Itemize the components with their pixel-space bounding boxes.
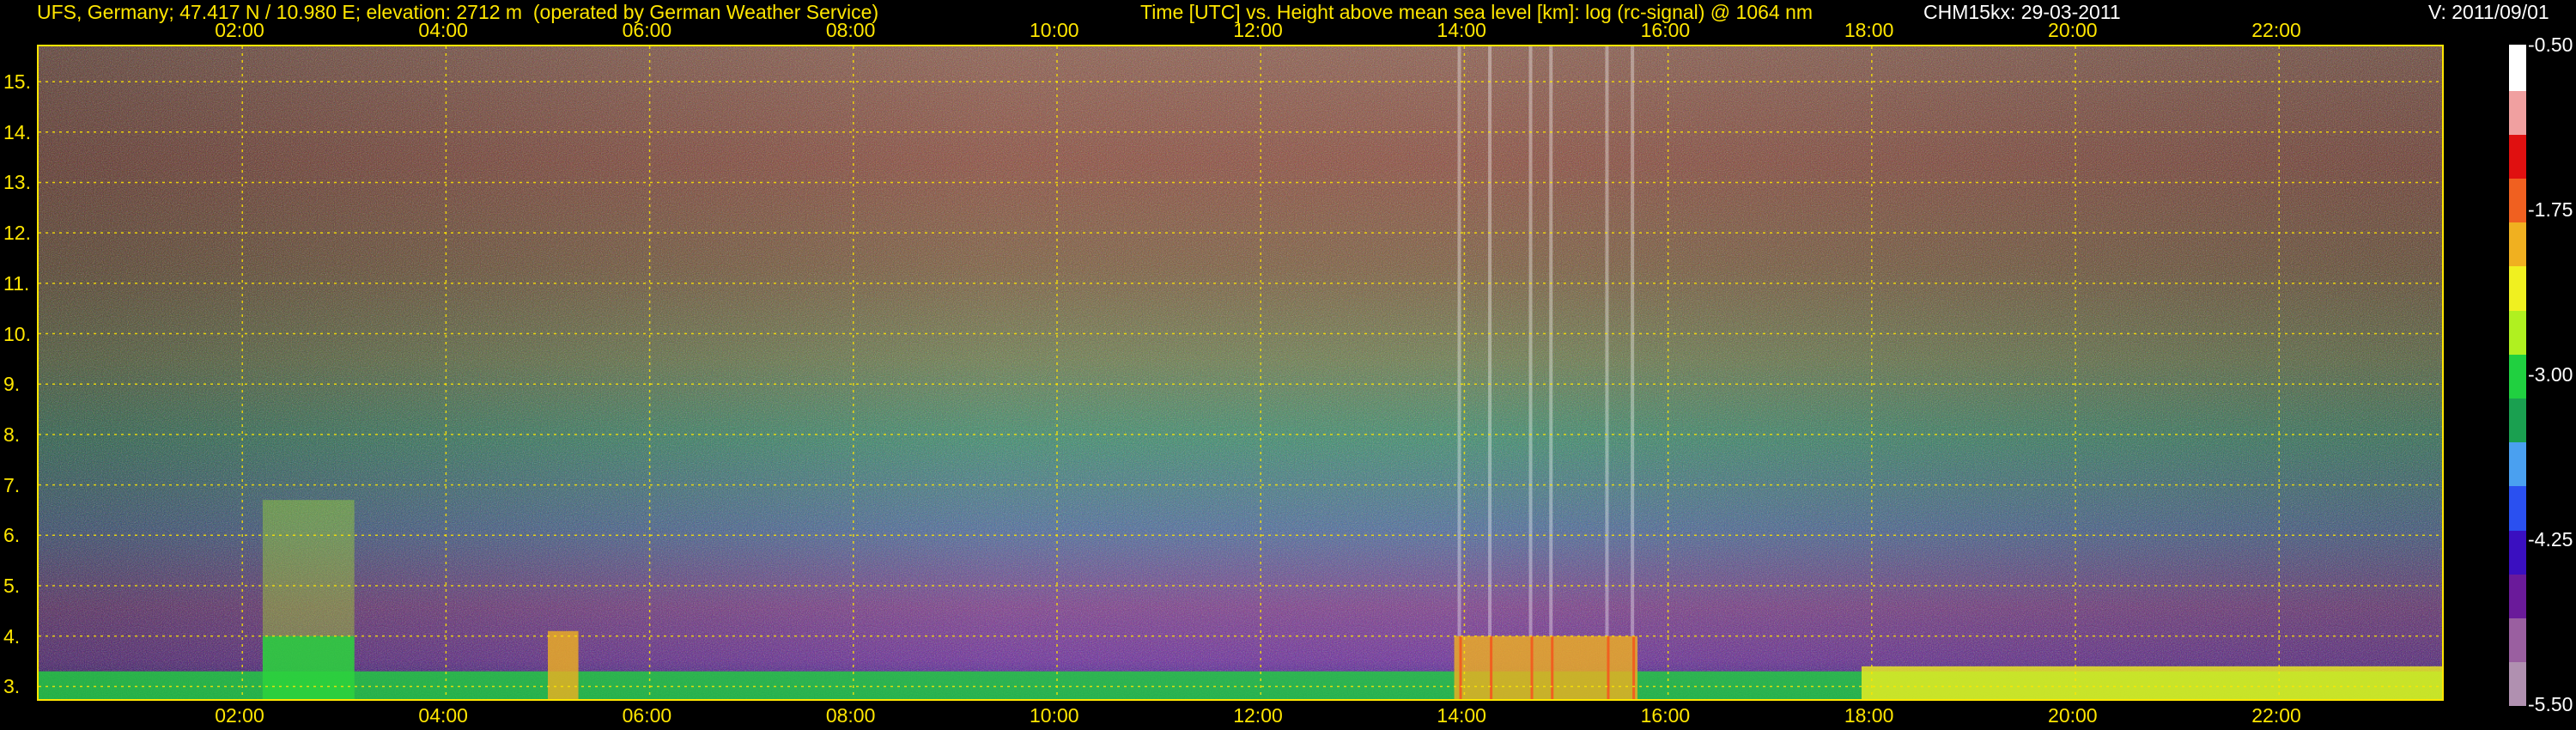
x-tick-label: 02:00 xyxy=(215,19,264,41)
x-tick-label: 10:00 xyxy=(1030,704,1079,727)
saturated-column xyxy=(1528,46,1533,636)
x-tick-label: 04:00 xyxy=(418,19,468,41)
feature-convective-spikes xyxy=(1454,636,1638,699)
x-tick-label: 06:00 xyxy=(622,704,672,727)
colorbar-swatch xyxy=(2509,352,2526,398)
x-tick-label: 22:00 xyxy=(2251,19,2301,41)
colorbar-swatch xyxy=(2509,132,2526,179)
x-tick-label: 08:00 xyxy=(825,19,876,41)
convective-spike xyxy=(1551,636,1554,699)
colorbar-swatch xyxy=(2509,528,2526,575)
y-tick-label: 4. xyxy=(3,624,21,648)
colorbar-swatch xyxy=(2509,484,2526,531)
feature-low-cloud xyxy=(548,630,579,699)
x-tick-label: 12:00 xyxy=(1233,704,1283,727)
x-tick-label: 06:00 xyxy=(622,19,672,41)
x-tick-label: 20:00 xyxy=(2048,19,2098,41)
colorbar-swatch xyxy=(2509,572,2526,618)
y-tick-label: 14. xyxy=(3,120,31,143)
y-tick-label: 8. xyxy=(3,423,21,446)
colorbar-tick-label: -1.75 xyxy=(2528,198,2573,221)
colorbar-swatch xyxy=(2509,616,2526,663)
x-tick-label: 18:00 xyxy=(1844,19,1894,41)
colorbar-swatch xyxy=(2509,660,2526,707)
x-tick-label: 22:00 xyxy=(2251,704,2301,727)
convective-spike xyxy=(1530,636,1534,699)
colorbar-swatch xyxy=(2509,220,2526,267)
colorbar-swatch xyxy=(2509,45,2526,91)
lidar-backscatter-plot xyxy=(37,45,2444,701)
colorbar-swatch xyxy=(2509,88,2526,135)
saturated-column xyxy=(1605,46,1609,636)
convective-spike xyxy=(1607,636,1610,699)
convective-spike xyxy=(1490,636,1493,699)
feature-dense-layer xyxy=(262,636,355,699)
colorbar-swatch xyxy=(2509,265,2526,311)
y-tick-label: 9. xyxy=(3,373,21,396)
x-tick-label: 12:00 xyxy=(1233,19,1283,41)
plot-canvas xyxy=(39,46,2442,699)
x-tick-label: 10:00 xyxy=(1030,19,1079,41)
y-tick-label: 13. xyxy=(3,171,31,194)
x-tick-label: 04:00 xyxy=(418,704,468,727)
colorbar xyxy=(2509,45,2526,707)
x-tick-label: 18:00 xyxy=(1844,704,1894,727)
x-tick-label: 02:00 xyxy=(215,704,264,727)
saturated-column xyxy=(1457,46,1461,636)
y-tick-label: 15. xyxy=(3,70,31,94)
x-tick-label: 16:00 xyxy=(1640,19,1691,41)
convective-spike xyxy=(1632,636,1636,699)
colorbar-tick-label: -4.25 xyxy=(2528,528,2573,551)
y-tick-label: 12. xyxy=(3,222,31,245)
saturated-column xyxy=(1488,46,1492,636)
y-tick-label: 3. xyxy=(3,675,21,698)
colorbar-tick-label: -3.00 xyxy=(2528,363,2573,386)
y-tick-label: 6. xyxy=(3,524,21,547)
x-tick-label: 16:00 xyxy=(1640,704,1691,727)
y-tick-label: 7. xyxy=(3,473,21,496)
x-tick-label: 14:00 xyxy=(1437,19,1486,41)
x-tick-label: 08:00 xyxy=(825,704,876,727)
colorbar-swatch xyxy=(2509,440,2526,487)
y-tick-label: 11. xyxy=(3,271,30,295)
x-tick-label: 20:00 xyxy=(2048,704,2098,727)
colorbar-swatch xyxy=(2509,176,2526,223)
y-tick-label: 5. xyxy=(3,574,21,597)
version-label: V: 2011/09/01 xyxy=(2428,1,2549,23)
noise-texture xyxy=(39,46,2442,699)
colorbar-swatch xyxy=(2509,308,2526,355)
colorbar-tick-label: -0.50 xyxy=(2528,33,2573,56)
colorbar-tick-label: -5.50 xyxy=(2528,693,2573,715)
y-tick-label: 10. xyxy=(3,322,31,345)
feature-green-layer xyxy=(1861,666,2442,699)
saturated-column xyxy=(1631,46,1635,636)
x-tick-label: 14:00 xyxy=(1437,704,1486,727)
convective-spike xyxy=(1459,636,1462,699)
saturated-column xyxy=(1549,46,1553,636)
colorbar-swatch xyxy=(2509,396,2526,443)
